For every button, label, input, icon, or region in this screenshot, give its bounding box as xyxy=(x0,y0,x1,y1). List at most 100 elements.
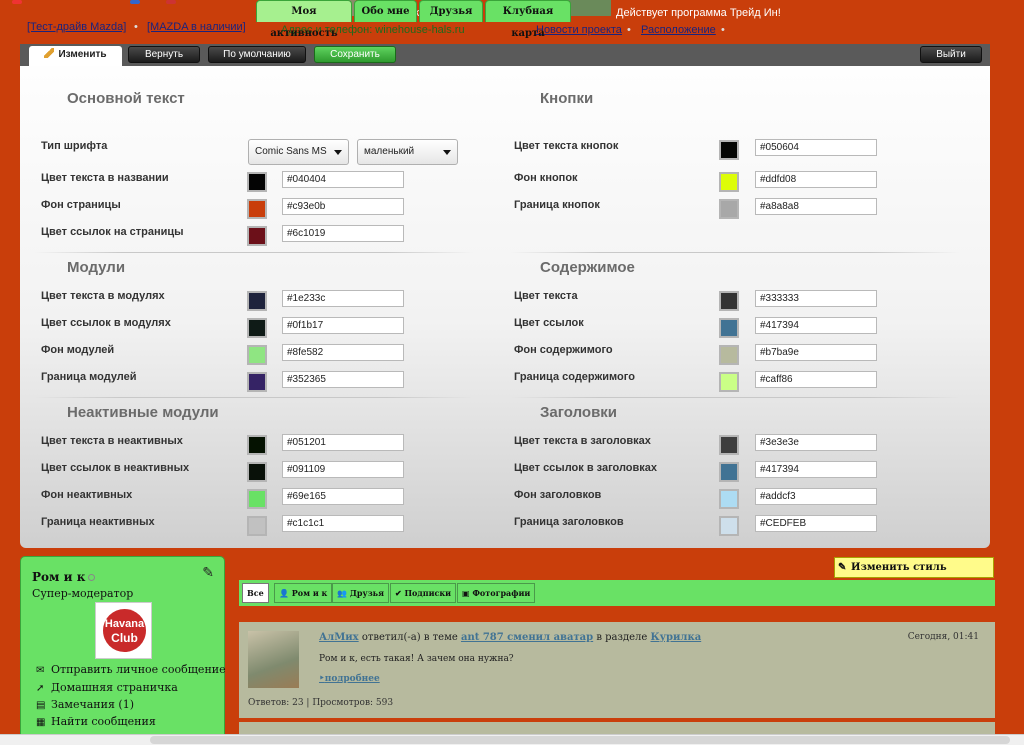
edit-label: Изменить xyxy=(58,49,107,60)
color-swatch[interactable] xyxy=(247,172,267,192)
color-swatch[interactable] xyxy=(719,462,739,482)
color-input[interactable]: #051201 xyxy=(282,434,404,451)
activity-headline: АлМих ответил(-а) в теме ant 787 сменил … xyxy=(319,632,701,643)
profile-name-row: Ром и к xyxy=(32,570,96,584)
tab-friends[interactable]: Друзья xyxy=(419,0,483,22)
field-label: Цвет текста в названии xyxy=(41,172,169,184)
field-label: Фон модулей xyxy=(41,344,115,356)
color-swatch[interactable] xyxy=(247,372,267,392)
color-input[interactable]: #040404 xyxy=(282,171,404,188)
color-swatch[interactable] xyxy=(719,435,739,455)
color-input[interactable]: #1e233c xyxy=(282,290,404,307)
field-label: Граница неактивных xyxy=(41,516,155,528)
color-swatch[interactable] xyxy=(719,199,739,219)
more-link[interactable]: ‣подробнее xyxy=(319,674,380,684)
color-swatch[interactable] xyxy=(719,372,739,392)
section-title-modules: Модули xyxy=(67,259,126,276)
color-input[interactable]: #0f1b17 xyxy=(282,317,404,334)
profile-link-message[interactable]: ✉ Отправить личное сообщение xyxy=(36,663,226,676)
divider xyxy=(510,252,960,253)
color-swatch[interactable] xyxy=(719,345,739,365)
font-family-select[interactable]: Comic Sans MS xyxy=(248,139,349,165)
save-button[interactable]: Сохранить xyxy=(314,46,396,63)
section-link[interactable]: Курилка xyxy=(651,632,702,643)
tab-club-card[interactable]: Клубная карта xyxy=(485,0,571,39)
section-title-headers: Заголовки xyxy=(540,404,618,421)
color-swatch[interactable] xyxy=(247,318,267,338)
field-label: Цвет текста xyxy=(514,290,578,302)
color-input[interactable]: #b7ba9e xyxy=(755,344,877,361)
tab-about-me[interactable]: Обо мне xyxy=(354,0,417,22)
color-swatch[interactable] xyxy=(247,199,267,219)
color-input[interactable]: #CEDFEB xyxy=(755,515,877,532)
filter-photos[interactable]: ▣ Фотографии xyxy=(457,583,536,603)
field-label: Цвет ссылок на страницы xyxy=(41,226,184,238)
exit-button[interactable]: Выйти xyxy=(920,46,982,63)
color-input[interactable]: #3e3e3e xyxy=(755,434,877,451)
color-swatch[interactable] xyxy=(247,291,267,311)
color-input[interactable]: #050604 xyxy=(755,139,877,156)
color-input[interactable]: #c93e0b xyxy=(282,198,404,215)
browser-dot xyxy=(166,0,176,4)
top-text-trade: Действует программа Трейд Ин! xyxy=(616,7,781,19)
user-icon: 👤 xyxy=(279,588,292,598)
top-link-news[interactable]: Новости проекта xyxy=(536,24,622,36)
color-swatch[interactable] xyxy=(247,489,267,509)
avatar-logo-text: Havana xyxy=(104,618,145,630)
color-input[interactable]: #6c1019 xyxy=(282,225,404,242)
edit-tab[interactable]: Изменить xyxy=(29,46,122,66)
filter-friends[interactable]: 👥 Друзья xyxy=(332,583,390,603)
tab-my-activity[interactable]: Моя активность xyxy=(256,0,352,39)
profile-card: Ром и к ✎ Супер-модератор Havana Club ✉ О… xyxy=(20,556,226,745)
top-link-location[interactable]: Расположение xyxy=(641,24,716,36)
revert-button[interactable]: Вернуть xyxy=(128,46,200,63)
color-input[interactable]: #69e165 xyxy=(282,488,404,505)
color-input[interactable]: #333333 xyxy=(755,290,877,307)
font-size-select[interactable]: маленький xyxy=(357,139,458,165)
color-swatch[interactable] xyxy=(247,435,267,455)
filter-user[interactable]: 👤 Ром и к xyxy=(274,583,333,603)
default-button[interactable]: По умолчанию xyxy=(208,46,306,63)
color-input[interactable]: #417394 xyxy=(755,461,877,478)
avatar[interactable]: Havana Club xyxy=(95,602,152,659)
profile-name[interactable]: Ром и к xyxy=(32,570,85,584)
color-swatch[interactable] xyxy=(247,516,267,536)
divider xyxy=(34,397,474,398)
user-avatar-thumbnail[interactable] xyxy=(248,631,299,688)
color-swatch[interactable] xyxy=(719,140,739,160)
filter-all[interactable]: Все xyxy=(242,583,269,603)
profile-link-warnings[interactable]: ▤ Замечания (1) xyxy=(36,698,134,711)
profile-link-home[interactable]: ➚ Домашняя страничка xyxy=(36,681,178,694)
topic-link[interactable]: ant 787 сменил аватар xyxy=(461,632,593,643)
color-input[interactable]: #a8a8a8 xyxy=(755,198,877,215)
color-swatch[interactable] xyxy=(247,345,267,365)
edit-pencil-icon[interactable]: ✎ xyxy=(202,565,214,581)
user-link[interactable]: АлМих xyxy=(319,632,359,643)
pencil-icon xyxy=(44,48,55,58)
color-swatch[interactable] xyxy=(719,489,739,509)
avatar-logo-text: Club xyxy=(111,631,138,645)
color-swatch[interactable] xyxy=(719,172,739,192)
top-link-test-drive[interactable]: [Тест-драйв Mazda] xyxy=(27,21,126,33)
profile-link-label: Замечания (1) xyxy=(51,698,134,711)
filter-subscriptions[interactable]: ✔ Подписки xyxy=(390,583,457,603)
color-input[interactable]: #091109 xyxy=(282,461,404,478)
color-input[interactable]: #addcf3 xyxy=(755,488,877,505)
top-link-mazda[interactable]: [MAZDA в наличии] xyxy=(147,21,246,33)
color-input[interactable]: #417394 xyxy=(755,317,877,334)
profile-link-label: Домашняя страничка xyxy=(51,681,178,694)
color-swatch[interactable] xyxy=(719,516,739,536)
color-input[interactable]: #8fe582 xyxy=(282,344,404,361)
scrollbar-thumb[interactable] xyxy=(150,736,1010,744)
color-input[interactable]: #caff86 xyxy=(755,371,877,388)
change-profile-style-button[interactable]: ✎Изменить стиль профиля xyxy=(834,557,994,592)
color-input[interactable]: #c1c1c1 xyxy=(282,515,404,532)
horizontal-scrollbar[interactable] xyxy=(0,734,1024,745)
color-swatch[interactable] xyxy=(719,291,739,311)
color-input[interactable]: #352365 xyxy=(282,371,404,388)
color-swatch[interactable] xyxy=(247,226,267,246)
color-swatch[interactable] xyxy=(719,318,739,338)
color-input[interactable]: #ddfd08 xyxy=(755,171,877,188)
color-swatch[interactable] xyxy=(247,462,267,482)
profile-link-find-posts[interactable]: ▦ Найти сообщения xyxy=(36,715,156,728)
